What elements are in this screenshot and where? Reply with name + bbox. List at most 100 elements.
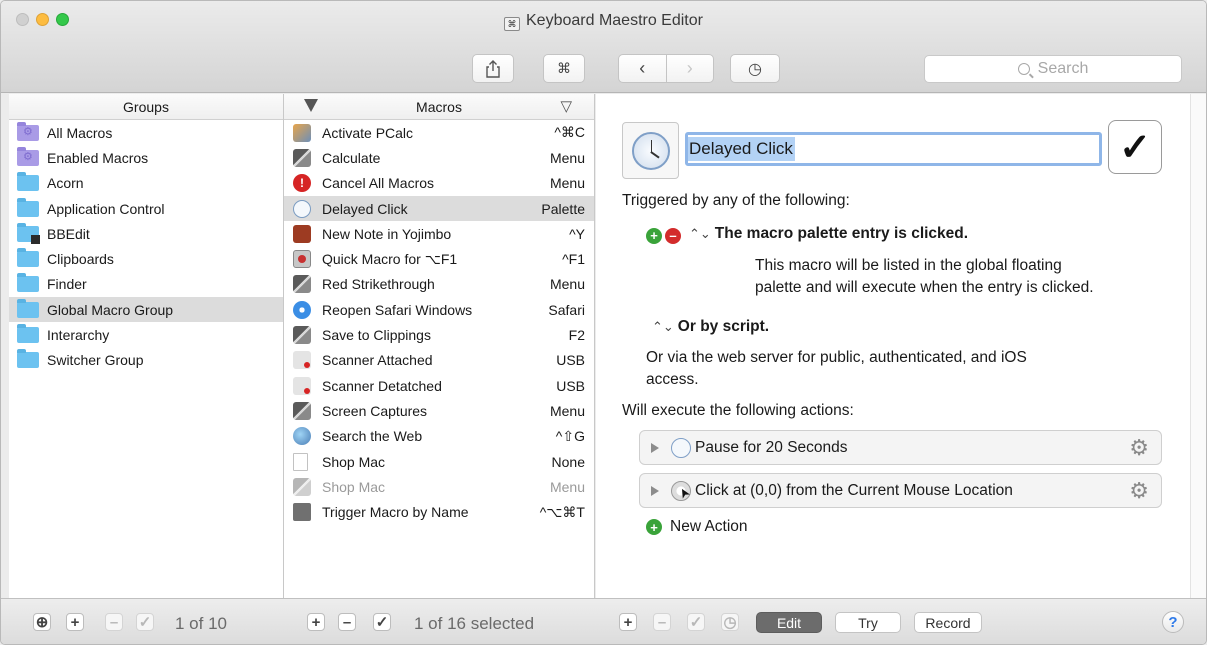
enable-action-checkbox[interactable]: ✓ (687, 613, 705, 631)
sort-down-icon[interactable] (304, 99, 318, 112)
remove-group-button[interactable]: – (105, 613, 123, 631)
macro-item-name: Scanner Detatched (322, 377, 442, 394)
macro-item-name: Calculate (322, 149, 381, 166)
macro-icon-well[interactable] (622, 122, 679, 179)
group-item[interactable]: Acorn (9, 171, 283, 196)
macros-list: Activate PCalc ^⌘C Calculate Menu! Cancel Al… (284, 120, 594, 525)
macro-item[interactable]: Calculate Menu (284, 145, 594, 170)
search-field[interactable]: Search (924, 55, 1182, 83)
action-click[interactable]: Click at (0,0) from the Current Mouse Lo… (639, 473, 1162, 508)
stack-icon (293, 401, 311, 420)
keyboard-shortcut-button[interactable]: ⌘ (543, 54, 585, 83)
add-action-button[interactable]: + (619, 613, 637, 631)
gear-icon[interactable]: ⚙ (1129, 478, 1149, 504)
macro-item[interactable]: New Note in Yojimbo ^Y (284, 221, 594, 246)
macro-item-name: Delayed Click (322, 200, 408, 217)
group-item-label: Acorn (47, 175, 84, 192)
group-item[interactable]: All Macros (9, 120, 283, 145)
macro-item-trigger: Menu (549, 175, 585, 192)
macro-item[interactable]: Reopen Safari Windows Safari (284, 297, 594, 322)
macro-item[interactable]: Search the Web ^⇧G (284, 424, 594, 449)
help-button[interactable]: ? (1162, 611, 1184, 633)
macro-enabled-checkbox[interactable]: ✓ (1108, 120, 1162, 174)
stack-icon (293, 477, 311, 496)
group-item[interactable]: Global Macro Group (9, 297, 283, 323)
macro-item-trigger: ^⌥⌘T (539, 503, 585, 520)
remove-macro-button[interactable]: – (338, 613, 356, 631)
usb-icon (293, 351, 311, 370)
group-settings-button[interactable]: ⊕ (33, 613, 51, 631)
plus-icon: + (646, 519, 662, 535)
macro-item-name: Cancel All Macros (322, 175, 435, 192)
group-item[interactable]: Interarchy (9, 322, 283, 347)
remove-trigger-button[interactable]: – (665, 227, 681, 244)
group-item-label: All Macros (47, 124, 113, 141)
macro-item-name: New Note in Yojimbo (322, 225, 452, 242)
macro-item[interactable]: Shop Mac None (284, 449, 594, 474)
record-button[interactable]: Record (914, 612, 982, 633)
folder-icon (17, 298, 39, 318)
add-group-button[interactable]: + (66, 613, 84, 631)
trigger-type-popup-icon[interactable]: ⌃⌄ (689, 226, 711, 241)
gear-icon[interactable]: ⚙ (1129, 435, 1149, 461)
groups-header[interactable]: Groups (9, 94, 283, 120)
trigger-description-line1: This macro will be listed in the global … (755, 257, 1062, 274)
share-button[interactable] (472, 54, 514, 83)
clock-icon (631, 131, 670, 170)
folder-icon (17, 349, 39, 369)
timer-icon[interactable]: ◷ (721, 613, 739, 631)
disclosure-triangle-icon[interactable] (651, 485, 659, 496)
group-item-label: Clipboards (47, 251, 114, 268)
try-button[interactable]: Try (835, 612, 901, 633)
macro-item-trigger: ^⌘C (554, 124, 585, 141)
group-item[interactable]: Application Control (9, 196, 283, 221)
clock-icon (671, 437, 691, 458)
filter-icon[interactable]: ▽ (560, 97, 572, 115)
group-item[interactable]: Finder (9, 272, 283, 297)
macro-item[interactable]: Screen Captures Menu (284, 398, 594, 423)
trigger-title[interactable]: The macro palette entry is clicked. (715, 225, 968, 242)
macro-item[interactable]: ! Cancel All Macros Menu (284, 171, 594, 196)
macro-item[interactable]: Scanner Detatched USB (284, 373, 594, 398)
group-item-label: Finder (47, 276, 87, 293)
enable-macro-checkbox[interactable]: ✓ (373, 613, 391, 631)
macro-item[interactable]: Trigger Macro by Name ^⌥⌘T (284, 499, 594, 524)
macro-item[interactable]: Scanner Attached USB (284, 348, 594, 373)
editor-window: ⌘ Keyboard Maestro Editor ⌘ ‹ › ◷ Search … (0, 0, 1207, 645)
macro-item-trigger: Menu (549, 402, 585, 419)
action-label: Pause for 20 Seconds (695, 438, 848, 456)
checkmark-icon: ✓ (1119, 126, 1151, 169)
new-action-button[interactable]: + New Action (646, 518, 748, 536)
macro-item-name: Scanner Attached (322, 352, 433, 369)
macro-item[interactable]: Quick Macro for ⌥F1 ^F1 (284, 246, 594, 271)
macro-item[interactable]: Save to Clippings F2 (284, 322, 594, 347)
yojimbo-icon (293, 224, 311, 243)
macro-item-trigger: ^⇧G (555, 427, 585, 444)
macro-item-trigger: Safari (548, 301, 585, 318)
group-item[interactable]: BBEdit (9, 221, 283, 246)
macro-item[interactable]: Red Strikethrough Menu (284, 272, 594, 297)
edit-button[interactable]: Edit (756, 612, 822, 633)
back-button[interactable]: ‹ (619, 58, 666, 79)
action-pause[interactable]: Pause for 20 Seconds ⚙ (639, 430, 1162, 465)
macro-item-trigger: Menu (549, 149, 585, 166)
group-item[interactable]: Enabled Macros (9, 145, 283, 170)
group-item[interactable]: Clipboards (9, 246, 283, 271)
macro-item[interactable]: Shop Mac Menu (284, 474, 594, 499)
enable-group-checkbox[interactable]: ✓ (136, 613, 154, 631)
macro-name-field[interactable]: Delayed Click (685, 132, 1102, 166)
macro-item-trigger: ^Y (569, 225, 585, 242)
add-trigger-button[interactable]: + (646, 227, 662, 244)
disclosure-triangle-icon[interactable] (651, 442, 659, 453)
detail-scrollbar[interactable] (1190, 94, 1206, 598)
macro-item-name: Red Strikethrough (322, 276, 435, 293)
macro-item[interactable]: Activate PCalc ^⌘C (284, 120, 594, 145)
remove-action-button[interactable]: – (653, 613, 671, 631)
or-by-script-row[interactable]: ⌃⌄ Or by script. (652, 316, 769, 338)
macros-header[interactable]: Macros ▽ (284, 94, 594, 120)
forward-button[interactable]: › (667, 58, 714, 79)
macro-item[interactable]: Delayed Click Palette (284, 195, 594, 222)
group-item[interactable]: Switcher Group (9, 348, 283, 373)
history-button[interactable]: ◷ (730, 54, 780, 83)
add-macro-button[interactable]: + (307, 613, 325, 631)
